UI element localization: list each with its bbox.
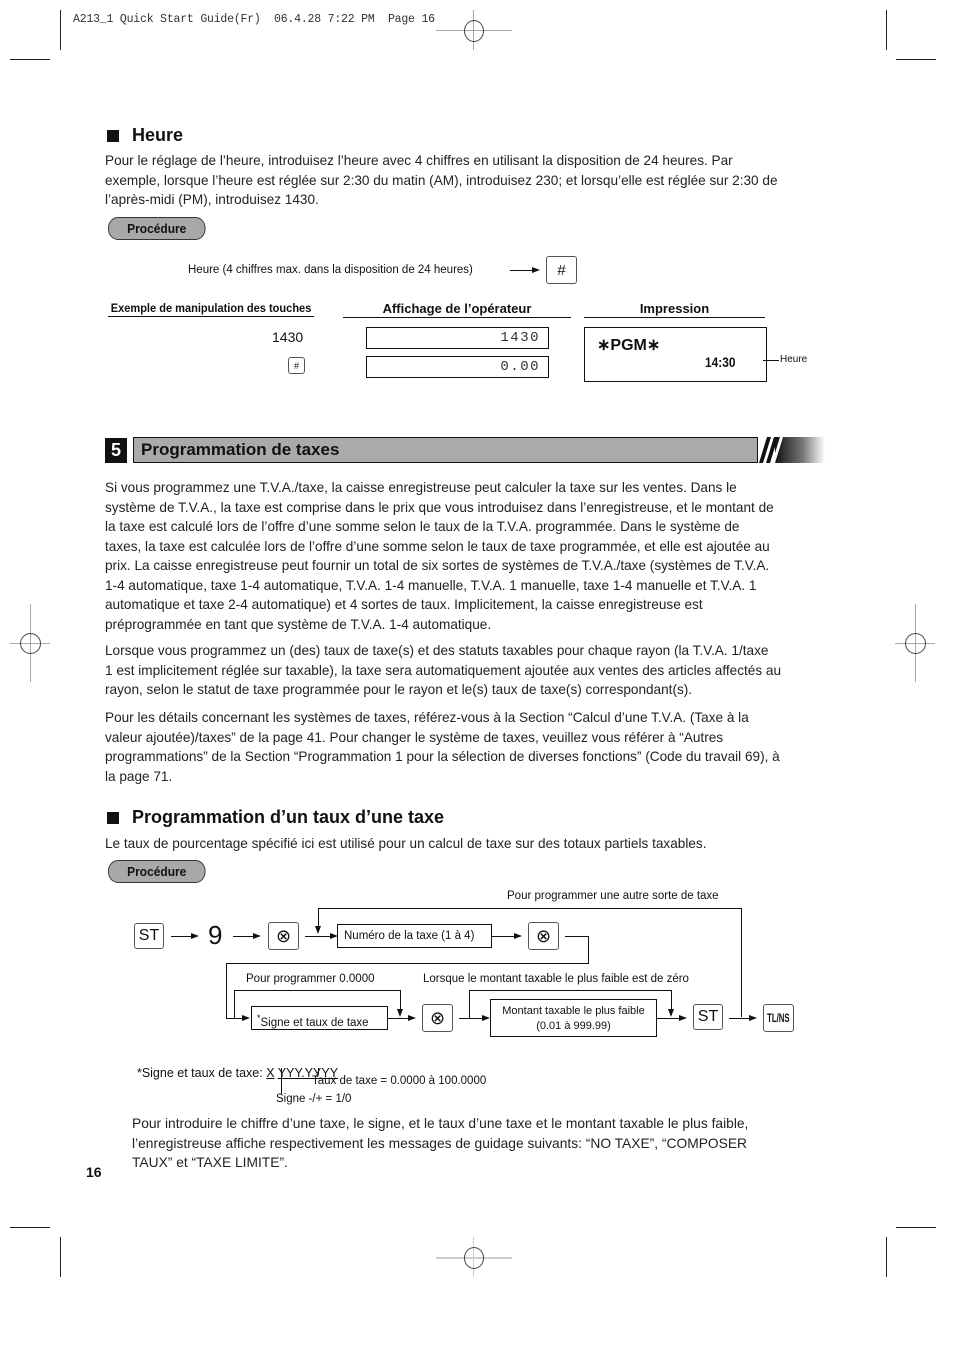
skip-line (400, 990, 401, 1010)
crop-mark (60, 10, 61, 50)
tl-ns-key[interactable]: TL/NS (763, 1004, 794, 1032)
receipt-print: ∗PGM∗ 14:30 (584, 327, 767, 382)
format-label: *Signe et taux de taxe: X YYY.YYYY (136, 1066, 339, 1080)
crop-mark (886, 10, 887, 50)
taux-intro: Le taux de pourcentage spécifié ici est … (105, 836, 707, 851)
digit-9: 9 (208, 920, 223, 950)
heure-heading: Heure (107, 125, 183, 146)
arrow-right-icon (514, 933, 522, 939)
crop-mark (10, 59, 50, 60)
page-number: 16 (86, 1164, 102, 1180)
annotation-leader (763, 360, 779, 361)
taxes-paragraph-1: Si vous programmez une T.V.A./taxe, la c… (105, 480, 774, 632)
sign-rate-box: *Signe et taux de taxe (251, 1006, 388, 1030)
column-header-display: Affichage de l’opérateur (343, 301, 571, 318)
flow-line (459, 1018, 482, 1019)
taxes-paragraph-2: Lorsque vous programmez un (des) taux de… (105, 643, 782, 697)
arrow-right-icon (532, 267, 540, 273)
arrow-right-icon (242, 1015, 250, 1021)
arrow-right-icon (191, 933, 199, 939)
crop-mark (886, 1237, 887, 1277)
closing-paragraph: Pour introduire le chiffre d’une taxe, l… (132, 1116, 749, 1170)
tax-number-box: Numéro de la taxe (1 à 4) (337, 924, 492, 948)
operator-display-1: 1430 (366, 327, 549, 349)
heure-description: Pour le réglage de l’heure, introduisez … (105, 153, 778, 207)
flow-line (171, 936, 191, 937)
flow-line (305, 936, 330, 937)
arrow-right-icon (749, 1015, 757, 1021)
flow-line (588, 936, 589, 963)
registration-mark-icon (436, 10, 512, 50)
procedure-badge: Procédure (108, 217, 206, 240)
bullet-square-icon (107, 811, 119, 824)
column-header-print: Impression (584, 301, 765, 318)
section-bar-decoration (759, 437, 825, 463)
min-taxable-box: Montant taxable le plus faible (0.01 à 9… (490, 999, 657, 1037)
skip-line (234, 990, 401, 991)
procedure-step-label: Heure (4 chiffres max. dans la dispositi… (188, 264, 473, 276)
loop-label: Pour programmer une autre sorte de taxe (507, 890, 719, 902)
arrow-right-icon (253, 933, 261, 939)
receipt-time: 14:30 (705, 354, 736, 370)
crop-mark (10, 1227, 50, 1228)
flow-line (226, 963, 227, 1018)
skip-line (469, 990, 470, 1018)
loop-line (741, 908, 742, 1017)
st-key[interactable]: ST (134, 923, 164, 949)
bullet-square-icon (107, 129, 119, 142)
crop-mark (60, 1237, 61, 1277)
leader-line (318, 1068, 319, 1075)
skip-line (469, 990, 672, 991)
skip-line (234, 990, 235, 1018)
crop-mark (896, 1227, 936, 1228)
flow-line (565, 936, 589, 937)
multiply-key[interactable]: ⊗ (268, 922, 299, 950)
arrow-line (510, 270, 532, 271)
flow-line (492, 936, 514, 937)
section-title-bar: Programmation de taxes (133, 437, 758, 463)
st-key[interactable]: ST (693, 1004, 723, 1030)
flow-line (226, 1018, 242, 1019)
section-title: Programmation de taxes (141, 440, 340, 459)
procedure-badge: Procédure (108, 860, 206, 883)
loop-line (318, 908, 742, 909)
skip-min-label: Lorsque le montant taxable le plus faibl… (423, 973, 689, 985)
leader-line (281, 1068, 282, 1094)
crop-mark (896, 59, 936, 60)
print-slug: A213_1 Quick Start Guide(Fr) 06.4.28 7:2… (73, 13, 435, 26)
sign-note: Signe -/+ = 1/0 (276, 1093, 352, 1105)
arrow-right-icon (408, 1015, 416, 1021)
arrow-right-icon (482, 1015, 490, 1021)
registration-mark-icon (10, 604, 52, 684)
flow-line (388, 1018, 408, 1019)
rate-note: Taux de taxe = 0.0000 à 100.0000 (312, 1075, 487, 1087)
multiply-key[interactable]: ⊗ (422, 1004, 453, 1032)
arrow-right-icon (679, 1015, 687, 1021)
taxes-paragraph-3: Pour les détails concernant les systèmes… (105, 710, 780, 784)
flow-line (226, 963, 589, 964)
multiply-key[interactable]: ⊗ (528, 922, 559, 950)
registration-mark-icon (895, 604, 937, 684)
flow-line (657, 1018, 679, 1019)
skip-line (671, 990, 672, 1010)
hash-key-small[interactable]: # (288, 357, 305, 374)
registration-mark-icon (436, 1237, 512, 1277)
arrow-down-icon (668, 1009, 674, 1017)
key-entry-value: 1430 (272, 329, 304, 345)
receipt-header: ∗PGM∗ (597, 337, 661, 354)
operator-display-2: 0.00 (366, 356, 549, 378)
flow-line (233, 936, 253, 937)
column-header-keys: Exemple de manipulation des touches (108, 301, 315, 317)
skip-rate-label: Pour programmer 0.0000 (246, 973, 375, 985)
arrow-down-icon (397, 1009, 403, 1017)
section-number: 5 (105, 438, 127, 463)
arrow-down-icon (315, 926, 321, 934)
flow-line (729, 1018, 749, 1019)
taux-heading: Programmation d’un taux d’une taxe (107, 807, 444, 828)
receipt-annotation: Heure (780, 354, 808, 365)
hash-key[interactable]: # (546, 256, 577, 284)
